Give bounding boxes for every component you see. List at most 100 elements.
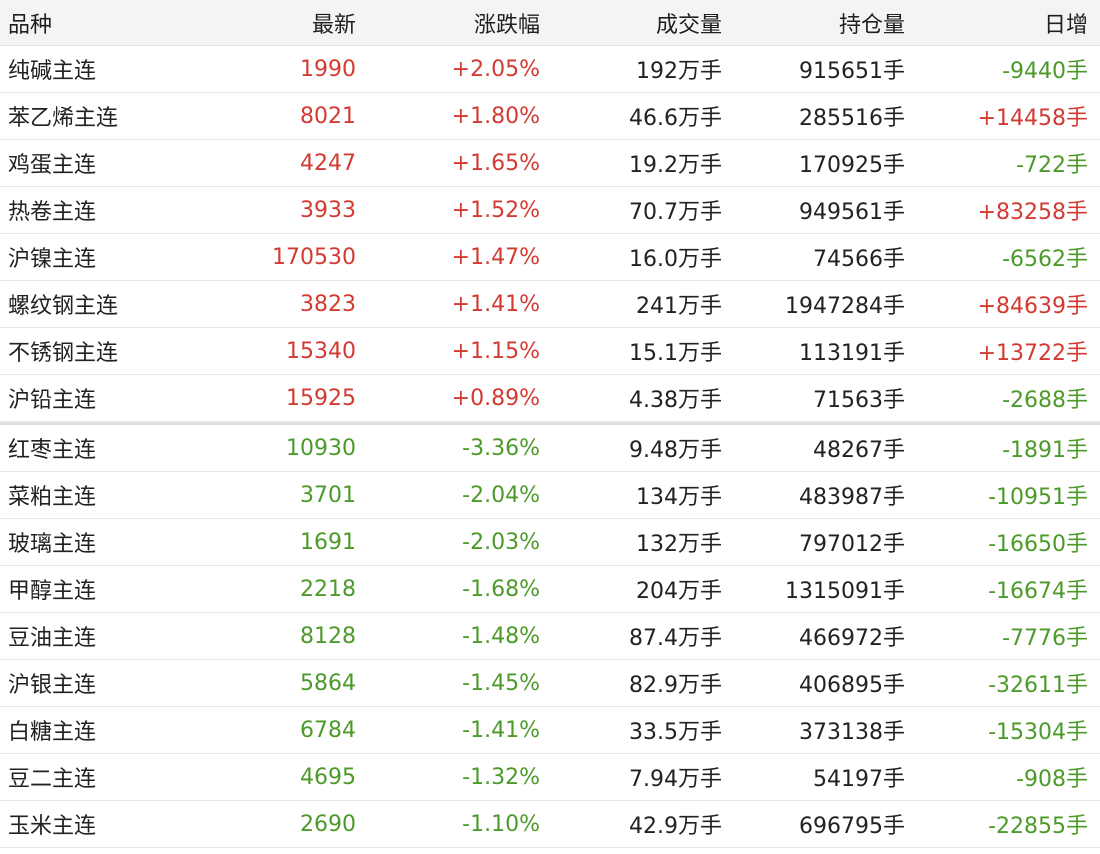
row-daily-change: -9440手 [1002,59,1088,84]
row-last: 4695 [300,764,356,790]
row-volume: 15.1万手 [629,341,722,366]
row-change: -3.36% [462,435,540,461]
row-daily-change: -722手 [1016,153,1088,178]
row-last: 2690 [300,811,356,837]
table-row[interactable]: 苯乙烯主连 8021 +1.80% 46.6万手 285516手 +14458手 [0,93,1100,140]
row-change: -2.03% [462,529,540,555]
table-header: 品种 最新 涨跌幅 成交量 持仓量 日增 [0,0,1100,46]
row-daily-change: -908手 [1016,767,1088,792]
gainers-group: 纯碱主连 1990 +2.05% 192万手 915651手 -9440手 苯乙烯主连 802… [0,46,1100,422]
table-row[interactable]: 白糖主连 6784 -1.41% 33.5万手 373138手 -15304手 [0,707,1100,754]
row-open-interest: 54197手 [813,767,905,792]
row-change: +1.65% [451,150,540,176]
row-volume: 204万手 [636,579,722,604]
row-name: 玻璃主连 [8,532,97,557]
row-last: 15340 [286,338,356,364]
row-change: +2.05% [451,56,540,82]
row-last: 3823 [300,291,356,317]
table-row[interactable]: 纯碱主连 1990 +2.05% 192万手 915651手 -9440手 [0,46,1100,93]
table-row[interactable]: 菜粕主连 3701 -2.04% 134万手 483987手 -10951手 [0,472,1100,519]
row-daily-change: -32611手 [988,673,1088,698]
row-last: 2218 [300,576,356,602]
row-open-interest: 483987手 [799,485,905,510]
row-volume: 33.5万手 [629,720,722,745]
row-daily-change: +84639手 [977,294,1088,319]
row-volume: 132万手 [636,532,722,557]
header-change[interactable]: 涨跌幅 [356,7,540,39]
row-last: 8021 [300,103,356,129]
row-open-interest: 373138手 [799,720,905,745]
row-name: 沪铅主连 [8,388,97,413]
table-row[interactable]: 豆油主连 8128 -1.48% 87.4万手 466972手 -7776手 [0,613,1100,660]
row-volume: 9.48万手 [629,438,722,463]
row-open-interest: 1315091手 [785,579,905,604]
row-last: 1691 [300,529,356,555]
row-name: 螺纹钢主连 [8,294,119,319]
table-row[interactable]: 玉米主连 2690 -1.10% 42.9万手 696795手 -22855手 [0,801,1100,848]
table-row[interactable]: 沪银主连 5864 -1.45% 82.9万手 406895手 -32611手 [0,660,1100,707]
row-last: 5864 [300,670,356,696]
table-row[interactable]: 玻璃主连 1691 -2.03% 132万手 797012手 -16650手 [0,519,1100,566]
row-daily-change: -16650手 [988,532,1088,557]
row-change: -2.04% [462,482,540,508]
row-daily-change: -22855手 [988,814,1088,839]
row-volume: 134万手 [636,485,722,510]
row-name: 苯乙烯主连 [8,106,119,131]
row-open-interest: 71563手 [813,388,905,413]
row-change: +1.52% [451,197,540,223]
row-name: 热卷主连 [8,200,97,225]
row-open-interest: 949561手 [799,200,905,225]
row-change: +1.15% [451,338,540,364]
row-last: 10930 [286,435,356,461]
row-change: -1.45% [462,670,540,696]
row-daily-change: +83258手 [977,200,1088,225]
row-last: 6784 [300,717,356,743]
row-open-interest: 915651手 [799,59,905,84]
row-name: 玉米主连 [8,814,97,839]
table-row[interactable]: 热卷主连 3933 +1.52% 70.7万手 949561手 +83258手 [0,187,1100,234]
row-open-interest: 696795手 [799,814,905,839]
table-row[interactable]: 甲醇主连 2218 -1.68% 204万手 1315091手 -16674手 [0,566,1100,613]
row-name: 鸡蛋主连 [8,153,97,178]
row-daily-change: -10951手 [988,485,1088,510]
row-volume: 46.6万手 [629,106,722,131]
row-change: -1.10% [462,811,540,837]
table-row[interactable]: 沪铅主连 15925 +0.89% 4.38万手 71563手 -2688手 [0,375,1100,422]
row-open-interest: 1947284手 [785,294,905,319]
row-open-interest: 170925手 [799,153,905,178]
futures-table: 品种 最新 涨跌幅 成交量 持仓量 日增 纯碱主连 1990 +2.05% 192万手… [0,0,1100,848]
row-volume: 19.2万手 [629,153,722,178]
table-row[interactable]: 豆二主连 4695 -1.32% 7.94万手 54197手 -908手 [0,754,1100,801]
row-volume: 42.9万手 [629,814,722,839]
header-name[interactable]: 品种 [0,7,230,39]
row-last: 15925 [286,385,356,411]
table-row[interactable]: 红枣主连 10930 -3.36% 9.48万手 48267手 -1891手 [0,425,1100,472]
row-daily-change: -7776手 [1002,626,1088,651]
row-change: +1.47% [451,244,540,270]
row-open-interest: 797012手 [799,532,905,557]
row-last: 3701 [300,482,356,508]
header-daily-change[interactable]: 日增 [905,7,1088,39]
row-name: 纯碱主连 [8,59,97,84]
row-daily-change: -2688手 [1002,388,1088,413]
row-open-interest: 74566手 [813,247,905,272]
table-row[interactable]: 不锈钢主连 15340 +1.15% 15.1万手 113191手 +13722手 [0,328,1100,375]
row-last: 1990 [300,56,356,82]
row-open-interest: 113191手 [799,341,905,366]
row-last: 4247 [300,150,356,176]
row-volume: 241万手 [636,294,722,319]
header-volume[interactable]: 成交量 [540,7,722,39]
row-change: +1.80% [451,103,540,129]
row-last: 170530 [272,244,356,270]
table-row[interactable]: 螺纹钢主连 3823 +1.41% 241万手 1947284手 +84639手 [0,281,1100,328]
row-name: 红枣主连 [8,438,97,463]
row-name: 不锈钢主连 [8,341,119,366]
row-daily-change: -15304手 [988,720,1088,745]
header-open-interest[interactable]: 持仓量 [722,7,905,39]
row-last: 8128 [300,623,356,649]
header-last[interactable]: 最新 [230,7,356,39]
table-row[interactable]: 鸡蛋主连 4247 +1.65% 19.2万手 170925手 -722手 [0,140,1100,187]
row-daily-change: +14458手 [977,106,1088,131]
row-volume: 70.7万手 [629,200,722,225]
table-row[interactable]: 沪镍主连 170530 +1.47% 16.0万手 74566手 -6562手 [0,234,1100,281]
